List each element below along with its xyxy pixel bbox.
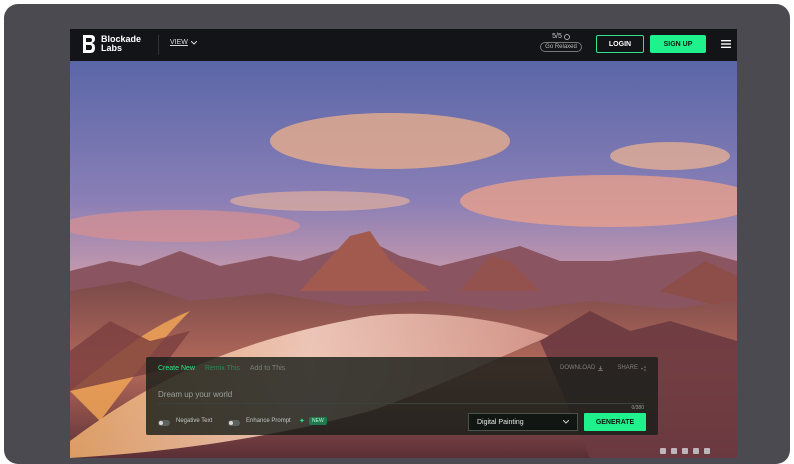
login-button[interactable]: LOGIN xyxy=(596,35,644,53)
brand-logo[interactable]: Blockade Labs xyxy=(82,34,141,54)
top-navigation-bar: Blockade Labs VIEW 5/5 Go Relaxed LOGIN … xyxy=(70,29,737,61)
info-icon xyxy=(564,33,570,40)
credits-count: 5/5 xyxy=(552,33,562,40)
share-action[interactable]: SHARE xyxy=(617,365,646,371)
enhance-prompt-toggle[interactable] xyxy=(228,420,240,426)
menu-icon[interactable] xyxy=(721,39,731,49)
style-select[interactable]: Digital Painting xyxy=(468,413,578,431)
new-badge: NEW xyxy=(309,417,327,425)
negative-text-label: Negative Text xyxy=(176,418,213,424)
prompt-input[interactable]: Dream up your world xyxy=(158,385,644,404)
generate-button[interactable]: GENERATE xyxy=(584,413,646,431)
style-value: Digital Painting xyxy=(477,418,524,426)
twitter-icon[interactable] xyxy=(660,448,666,454)
brand-name: Blockade Labs xyxy=(101,35,141,53)
tab-remix-this[interactable]: Remix This xyxy=(205,365,240,372)
tab-add-to-this[interactable]: Add to This xyxy=(250,365,285,372)
signup-button[interactable]: SIGN UP xyxy=(650,35,706,53)
download-action[interactable]: DOWNLOAD xyxy=(559,365,604,371)
panel-tabs: Create New Remix This Add to This xyxy=(158,365,285,372)
mode-badge[interactable]: Go Relaxed xyxy=(540,42,582,52)
panel-actions: DOWNLOAD SHARE xyxy=(560,365,646,371)
sparkle-icon: ✦ xyxy=(299,418,305,425)
app-screen: Blockade Labs VIEW 5/5 Go Relaxed LOGIN … xyxy=(70,29,737,458)
share-label: SHARE xyxy=(617,365,638,371)
char-count: 0/380 xyxy=(631,405,644,411)
enhance-prompt-label: Enhance Prompt xyxy=(246,418,291,424)
download-label: DOWNLOAD xyxy=(559,365,596,371)
tab-create-new[interactable]: Create New xyxy=(158,365,195,372)
youtube-icon[interactable] xyxy=(693,448,699,454)
download-icon xyxy=(598,365,604,371)
chevron-down-icon xyxy=(190,40,197,45)
social-links xyxy=(660,448,710,454)
view-dropdown[interactable]: VIEW xyxy=(170,39,197,46)
credits-indicator[interactable]: 5/5 Go Relaxed xyxy=(540,33,582,52)
linkedin-icon[interactable] xyxy=(704,448,710,454)
brand-line2: Labs xyxy=(101,43,123,53)
chevron-down-icon xyxy=(563,420,569,424)
blockade-logo-icon xyxy=(83,35,95,53)
prompt-panel: Create New Remix This Add to This DOWNLO… xyxy=(146,357,658,435)
negative-text-toggle[interactable] xyxy=(158,420,170,426)
discord-icon[interactable] xyxy=(682,448,688,454)
instagram-icon[interactable] xyxy=(671,448,677,454)
view-label: VIEW xyxy=(170,39,188,46)
divider xyxy=(158,35,159,55)
share-icon xyxy=(641,365,646,371)
device-frame: Blockade Labs VIEW 5/5 Go Relaxed LOGIN … xyxy=(4,4,790,464)
